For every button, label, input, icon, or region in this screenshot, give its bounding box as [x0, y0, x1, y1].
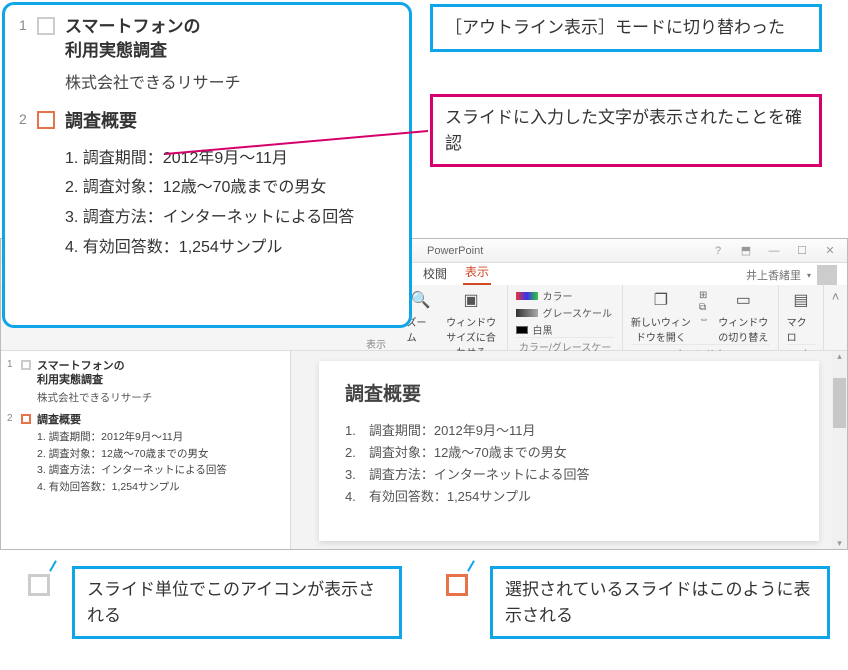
macro-button[interactable]: ▤ マクロ	[787, 288, 816, 344]
legend-selected-icon-box	[440, 568, 474, 602]
p-slide-icon-selected[interactable]	[21, 414, 31, 424]
new-window-label: 新しいウィンドウを開く	[631, 314, 691, 344]
color-label: カラー	[542, 288, 572, 303]
slide1-title: スマートフォンの 利用実態調査	[65, 15, 201, 63]
p-slide2-item[interactable]: 4. 有効回答数：1,254サンプル	[37, 479, 284, 496]
app-title: PowerPoint	[427, 245, 483, 257]
vertical-scrollbar[interactable]: ▴ ▾	[832, 351, 847, 549]
callout-icon-per-slide: スライド単位でこのアイコンが表示される	[72, 566, 402, 639]
slide-body-item[interactable]: 3. 調査方法：インターネットによる回答	[345, 464, 793, 486]
grayscale-swatch-icon	[516, 309, 538, 317]
p-slide2-item[interactable]: 2. 調査対象：12歳～70歳までの男女	[37, 446, 284, 463]
scroll-down-icon[interactable]: ▾	[837, 538, 842, 549]
slide-title[interactable]: 調査概要	[345, 379, 793, 406]
tab-review[interactable]: 校閲	[421, 262, 449, 285]
scroll-up-icon[interactable]: ▴	[837, 351, 842, 362]
slide2-item: 4. 有効回答数：1,254サンプル	[65, 233, 395, 263]
ribbon-group-color: カラー グレースケール 白黒 カラー/グレースケール	[508, 285, 622, 350]
callout-text-shown: スライドに入力した文字が表示されたことを確認	[430, 94, 822, 167]
maximize-button[interactable]: ☐	[791, 244, 813, 258]
legend-normal-slide-icon	[28, 574, 50, 596]
slide2-title: 調査概要	[65, 109, 137, 134]
callout-selected-slide-text: 選択されているスライドはこのように表示される	[505, 580, 811, 625]
slide-number-2: 2	[19, 109, 37, 127]
split-icon[interactable]: ⇔	[699, 314, 709, 325]
close-button[interactable]: ✕	[819, 244, 841, 258]
callout-outline-mode-text: ［アウトライン表示］モードに切り替わった	[445, 18, 785, 37]
callout-outline-mode: ［アウトライン表示］モードに切り替わった	[430, 4, 822, 52]
user-name: 井上香緒里	[746, 267, 801, 283]
grayscale-label: グレースケール	[542, 305, 612, 320]
outline-pane[interactable]: 1 スマートフォンの 利用実態調査 株式会社できるリサーチ 2 調査概要 1. …	[1, 351, 291, 549]
legend-selected-slide-icon	[446, 574, 468, 596]
slide-body-item[interactable]: 1. 調査期間：2012年9月～11月	[345, 420, 793, 442]
ribbon-group-window: ❐ 新しいウィンドウを開く ⊞ ⧉ ⇔ ▭ ウィンドウの切り替え ウィンドウ	[623, 285, 779, 350]
bw-button[interactable]: 白黒	[516, 322, 613, 337]
arrange-all-icon[interactable]: ⊞	[699, 290, 709, 301]
scrollbar-thumb[interactable]	[833, 378, 846, 428]
slide-editor-area[interactable]: 調査概要 1. 調査期間：2012年9月～11月 2. 調査対象：12歳～70歳…	[291, 351, 847, 549]
color-button[interactable]: カラー	[516, 288, 613, 303]
p-slide-num-2: 2	[7, 413, 19, 424]
help-button[interactable]: ?	[707, 244, 729, 258]
p-slide-icon-normal[interactable]	[21, 360, 31, 370]
ribbon-group-macro: ▤ マクロ マクロ	[779, 285, 825, 350]
minimize-button[interactable]: ―	[763, 244, 785, 258]
new-window-button[interactable]: ❐ 新しいウィンドウを開く	[631, 288, 691, 344]
callout-text-shown-text: スライドに入力した文字が表示されたことを確認	[445, 108, 802, 153]
user-avatar-icon[interactable]	[817, 265, 837, 285]
ribbon-collapse-button[interactable]: ⬒	[735, 244, 757, 258]
tab-view[interactable]: 表示	[463, 260, 491, 285]
legend-normal-icon-box	[22, 568, 56, 602]
switch-window-label: ウィンドウの切り替え	[717, 314, 770, 344]
slide-icon-selected	[37, 111, 55, 129]
slide2-item: 2. 調査対象：12歳～70歳までの男女	[65, 173, 395, 203]
p-slide2-item[interactable]: 3. 調査方法：インターネットによる回答	[37, 462, 284, 479]
switch-window-icon: ▭	[731, 288, 755, 312]
slide2-item-list: 1. 調査期間：2012年9月～11月 2. 調査対象：12歳～70歳までの男女…	[65, 144, 395, 262]
magnifier-icon: 🔍	[409, 288, 433, 312]
slide-body-item[interactable]: 4. 有効回答数：1,254サンプル	[345, 486, 793, 508]
slide-body-list[interactable]: 1. 調査期間：2012年9月～11月 2. 調査対象：12歳～70歳までの男女…	[345, 420, 793, 508]
p-slide-num-1: 1	[7, 359, 19, 370]
switch-window-button[interactable]: ▭ ウィンドウの切り替え	[717, 288, 770, 344]
p-slide2-item[interactable]: 1. 調査期間：2012年9月～11月	[37, 429, 284, 446]
callout-icon-per-slide-text: スライド単位でこのアイコンが表示される	[87, 580, 375, 625]
color-swatch-icon	[516, 292, 538, 300]
window-controls: ? ⬒ ― ☐ ✕	[707, 244, 841, 258]
grayscale-button[interactable]: グレースケール	[516, 305, 613, 320]
p-slide1-title[interactable]: スマートフォンの 利用実態調査	[37, 359, 125, 388]
macro-label: マクロ	[787, 314, 816, 344]
ribbon-expand-button[interactable]: ˄	[824, 285, 847, 350]
macro-icon: ▤	[789, 288, 813, 312]
display-group-label: 表示	[346, 336, 406, 356]
new-window-icon: ❐	[649, 288, 673, 312]
p-slide2-title[interactable]: 調査概要	[37, 413, 81, 427]
cascade-icon[interactable]: ⧉	[699, 302, 709, 313]
slide-canvas[interactable]: 調査概要 1. 調査期間：2012年9月～11月 2. 調査対象：12歳～70歳…	[319, 361, 819, 541]
p-slide2-list[interactable]: 1. 調査期間：2012年9月～11月 2. 調査対象：12歳～70歳までの男女…	[37, 429, 284, 496]
p-slide1-subtitle[interactable]: 株式会社できるリサーチ	[37, 390, 284, 405]
slide-body-item[interactable]: 2. 調査対象：12歳～70歳までの男女	[345, 442, 793, 464]
fit-window-icon: ▣	[459, 288, 483, 312]
bw-swatch-icon	[516, 326, 528, 334]
bw-label: 白黒	[532, 322, 552, 337]
callout-selected-slide: 選択されているスライドはこのように表示される	[490, 566, 830, 639]
ribbon-group-zoom: 🔍 ズーム ▣ ウィンドウ サイズに合わせる ズーム	[399, 285, 509, 350]
enlarged-outline-panel: 1 スマートフォンの 利用実態調査 株式会社できるリサーチ 2 調査概要 1. …	[2, 2, 412, 328]
slide2-item: 3. 調査方法：インターネットによる回答	[65, 203, 395, 233]
slide-icon-normal	[37, 17, 55, 35]
user-area: 井上香緒里 ▾	[746, 265, 837, 285]
slide1-subtitle: 株式会社できるリサーチ	[65, 69, 395, 93]
fit-window-button[interactable]: ▣ ウィンドウ サイズに合わせる	[443, 288, 500, 359]
slide-number-1: 1	[19, 15, 37, 33]
